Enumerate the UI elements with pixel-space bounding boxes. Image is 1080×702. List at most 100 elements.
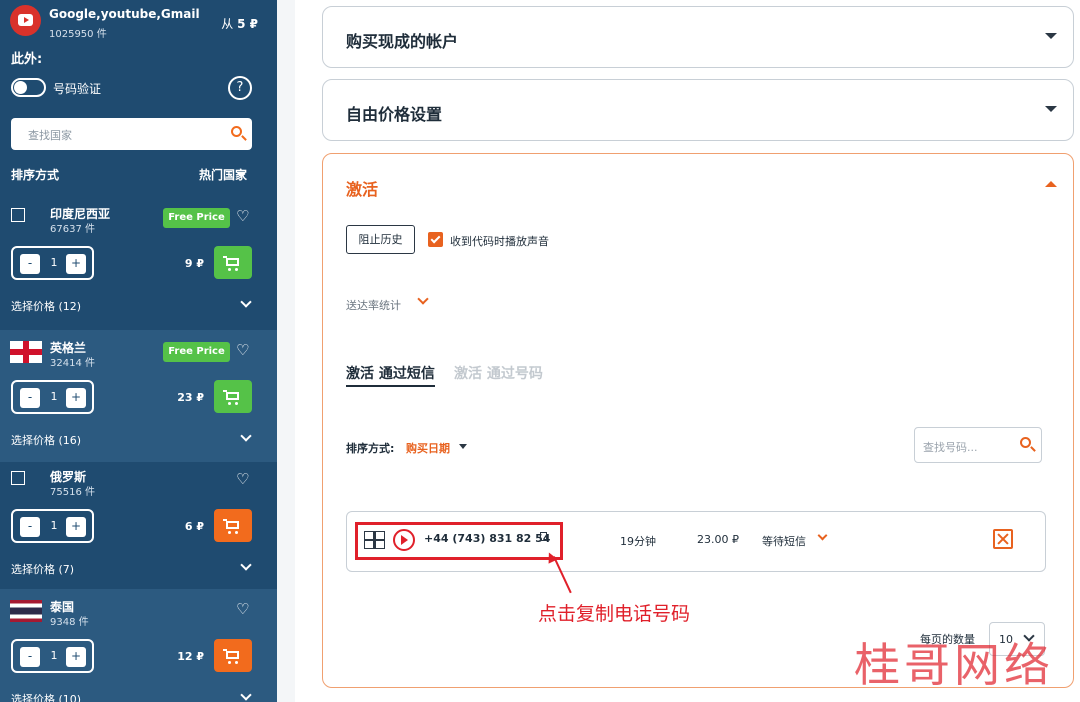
country-price: 23 ₽ [177, 391, 204, 404]
increment-button[interactable]: + [66, 647, 86, 667]
increment-button[interactable]: + [66, 517, 86, 537]
heart-icon[interactable]: ♡ [236, 343, 249, 358]
increment-button[interactable]: + [66, 388, 86, 408]
increment-button[interactable]: + [66, 254, 86, 274]
country-count: 67637 件 [50, 224, 95, 235]
delivery-stats-toggle[interactable]: 送达率统计 [346, 297, 401, 313]
heart-icon[interactable]: ♡ [236, 472, 249, 487]
cart-icon [226, 258, 239, 266]
quantity-value[interactable]: 1 [48, 390, 60, 403]
chevron-down-icon[interactable] [817, 530, 828, 541]
country-checkbox[interactable] [11, 208, 25, 222]
caret-down-icon[interactable] [1045, 106, 1057, 112]
block-history-button[interactable]: 阻止历史 [346, 225, 415, 254]
close-icon[interactable] [993, 529, 1013, 549]
country-count: 32414 件 [50, 358, 95, 369]
country-search-input[interactable]: 查找国家 [11, 118, 252, 150]
help-icon[interactable]: ? [228, 76, 252, 100]
panel-activation: 激活 阻止历史 收到代码时播放声音 送达率统计 激活 通过短信 激活 通过号码 … [322, 153, 1074, 688]
decrement-button[interactable]: - [20, 388, 40, 408]
row-time: 19分钟 [620, 535, 656, 548]
search-placeholder: 查找国家 [28, 129, 72, 142]
annotation-text: 点击复制电话号码 [538, 603, 691, 625]
free-price-badge[interactable]: Free Price [163, 342, 230, 362]
select-price-toggle[interactable]: 选择价格 (12) [11, 298, 81, 314]
cart-wheel [235, 661, 238, 664]
youtube-icon [10, 5, 41, 36]
select-price-toggle[interactable]: 选择价格 (7) [11, 561, 74, 577]
quantity-value[interactable]: 1 [48, 256, 60, 269]
chevron-down-icon[interactable] [240, 296, 252, 308]
toggle-label: 号码验证 [53, 82, 102, 96]
from-label: 从 [221, 17, 234, 31]
country-checkbox[interactable] [11, 471, 25, 485]
phone-number[interactable]: +44 (743) 831 82 54 [424, 532, 550, 545]
cart-button[interactable] [214, 246, 252, 279]
country-price: 6 ₽ [184, 520, 204, 533]
caret-up-icon[interactable] [1045, 181, 1057, 187]
service-name: Google,youtube,Gmail [49, 7, 200, 21]
panel-title: 激活 [346, 180, 379, 199]
cart-icon [226, 521, 239, 529]
cart-icon [226, 392, 239, 400]
cart-button[interactable] [214, 639, 252, 672]
panel-buy-accounts[interactable]: 购买现成的帐户 [322, 6, 1074, 68]
england-flag-icon [10, 341, 42, 363]
cart-button[interactable] [214, 380, 252, 413]
sidebar: Google,youtube,Gmail 1025950 件 从 5 ₽ 此外:… [0, 0, 277, 702]
cart-wheel [228, 268, 231, 271]
panel-title: 购买现成的帐户 [346, 32, 459, 51]
tab-sms-activation[interactable]: 激活 通过短信 [346, 363, 435, 387]
cart-wheel [228, 531, 231, 534]
country-price: 9 ₽ [184, 257, 204, 270]
england-flag-icon [364, 531, 385, 549]
country-item-russia: 俄罗斯 75516 件 ♡ - 1 + 6 ₽ 选择价格 (7) [0, 459, 277, 591]
country-item-indonesia: 印度尼西亚 67637 件 Free Price ♡ - 1 + 9 ₽ 选择价… [0, 196, 277, 328]
cart-wheel [228, 661, 231, 664]
panel-free-price[interactable]: 自由价格设置 [322, 79, 1074, 141]
cart-icon [226, 651, 239, 659]
sound-checkbox[interactable] [428, 232, 443, 247]
caret-down-icon[interactable] [459, 444, 467, 449]
number-search-input[interactable]: 查找号码... [914, 427, 1042, 463]
quantity-value[interactable]: 1 [48, 649, 60, 662]
thailand-flag-icon [10, 600, 42, 622]
country-item-england: 英格兰 32414 件 Free Price ♡ - 1 + 23 ₽ 选择价格… [0, 330, 277, 462]
cart-wheel [235, 531, 238, 534]
chevron-down-icon[interactable] [417, 293, 429, 305]
copy-icon[interactable] [540, 532, 547, 541]
chevron-down-icon[interactable] [240, 689, 252, 701]
cart-wheel [228, 402, 231, 405]
row-status[interactable]: 等待短信 [762, 533, 806, 549]
heart-icon[interactable]: ♡ [236, 602, 249, 617]
number-verification-toggle[interactable] [11, 78, 46, 97]
cart-wheel [235, 268, 238, 271]
select-price-toggle[interactable]: 选择价格 (10) [11, 691, 81, 702]
quantity-value[interactable]: 1 [48, 519, 60, 532]
decrement-button[interactable]: - [20, 254, 40, 274]
quantity-stepper: - 1 + [11, 246, 94, 280]
caret-down-icon[interactable] [236, 172, 246, 177]
tab-number-activation[interactable]: 激活 通过号码 [454, 363, 543, 383]
heart-icon[interactable]: ♡ [236, 209, 249, 224]
search-icon[interactable] [231, 126, 242, 137]
chevron-down-icon[interactable] [240, 559, 252, 571]
activation-row: +44 (743) 831 82 54 19分钟 23.00 ₽ 等待短信 [346, 511, 1046, 572]
panel-title: 自由价格设置 [346, 105, 443, 124]
search-icon[interactable] [1020, 437, 1031, 448]
country-count: 75516 件 [50, 487, 95, 498]
sort-label: 排序方式 [11, 168, 60, 182]
country-count: 9348 件 [50, 617, 89, 628]
sidebar-divider [277, 0, 295, 702]
free-price-badge[interactable]: Free Price [163, 208, 230, 228]
caret-down-icon[interactable] [1045, 33, 1057, 39]
watermark: 桂哥网络 [854, 638, 1054, 692]
decrement-button[interactable]: - [20, 517, 40, 537]
select-price-toggle[interactable]: 选择价格 (16) [11, 432, 81, 448]
cart-button[interactable] [214, 509, 252, 542]
sort-dropdown[interactable]: 购买日期 [406, 440, 450, 456]
toggle-knob [14, 81, 27, 94]
service-header[interactable]: Google,youtube,Gmail 1025950 件 从 5 ₽ [10, 4, 270, 44]
chevron-down-icon[interactable] [240, 430, 252, 442]
decrement-button[interactable]: - [20, 647, 40, 667]
